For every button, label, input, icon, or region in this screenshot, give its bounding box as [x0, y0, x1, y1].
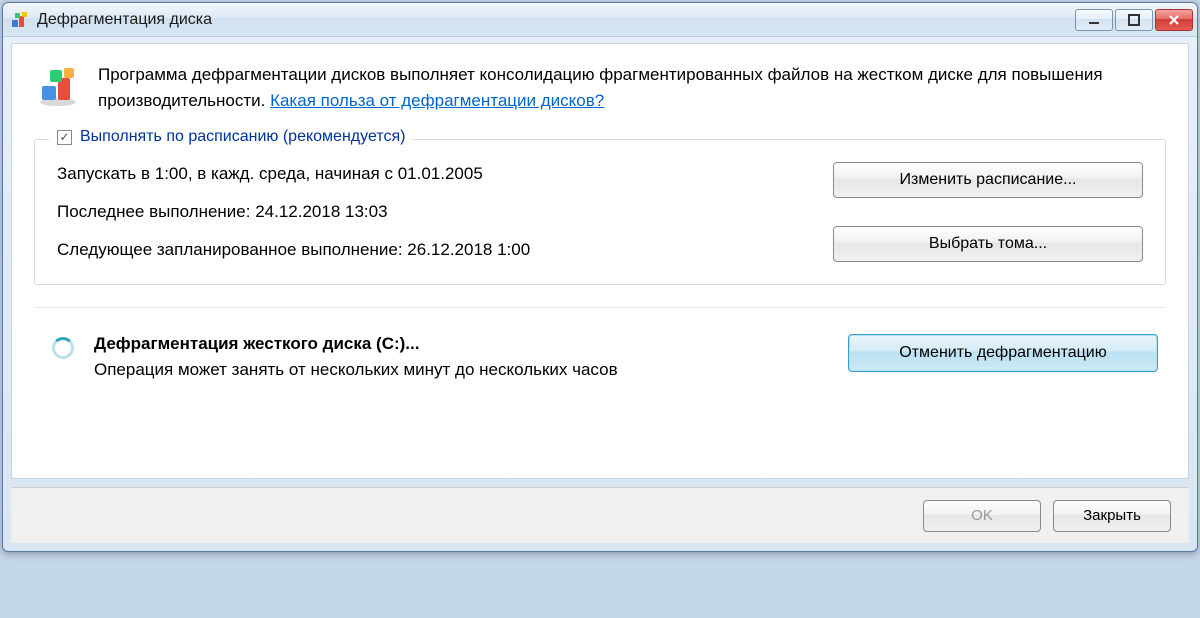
close-dialog-button[interactable]: Закрыть: [1053, 500, 1171, 532]
spinner-icon: [52, 337, 74, 359]
schedule-checkbox[interactable]: ✓: [57, 130, 72, 145]
cancel-defrag-button[interactable]: Отменить дефрагментацию: [848, 334, 1158, 372]
window-title: Дефрагментация диска: [37, 11, 1075, 29]
schedule-legend: ✓ Выполнять по расписанию (рекомендуется…: [49, 128, 413, 146]
footer: OK Закрыть: [11, 487, 1189, 543]
defrag-large-icon: [34, 62, 82, 110]
schedule-last-run: Последнее выполнение: 24.12.2018 13:03: [57, 202, 811, 222]
defrag-app-icon: [11, 11, 29, 29]
maximize-button[interactable]: [1115, 9, 1153, 31]
close-button[interactable]: [1155, 9, 1193, 31]
select-volumes-button[interactable]: Выбрать тома...: [833, 226, 1143, 262]
minimize-button[interactable]: [1075, 9, 1113, 31]
help-link[interactable]: Какая польза от дефрагментации дисков?: [270, 91, 604, 110]
schedule-run-at: Запускать в 1:00, в кажд. среда, начиная…: [57, 164, 811, 184]
intro-text: Программа дефрагментации дисков выполняе…: [98, 62, 1166, 113]
schedule-next-run: Следующее запланированное выполнение: 26…: [57, 240, 811, 260]
titlebar: Дефрагментация диска: [3, 3, 1197, 37]
content-area: Программа дефрагментации дисков выполняе…: [11, 43, 1189, 479]
progress-subtitle: Операция может занять от нескольких мину…: [94, 358, 714, 382]
schedule-group: ✓ Выполнять по расписанию (рекомендуется…: [34, 139, 1166, 285]
window: Дефрагментация диска: [2, 2, 1198, 552]
progress-title: Дефрагментация жесткого диска (C:)...: [94, 334, 828, 354]
progress-section: Дефрагментация жесткого диска (C:)... Оп…: [34, 307, 1166, 392]
intro-row: Программа дефрагментации дисков выполняе…: [34, 62, 1166, 113]
change-schedule-button[interactable]: Изменить расписание...: [833, 162, 1143, 198]
window-controls: [1075, 9, 1193, 31]
ok-button[interactable]: OK: [923, 500, 1041, 532]
schedule-checkbox-label: Выполнять по расписанию (рекомендуется): [80, 128, 405, 146]
